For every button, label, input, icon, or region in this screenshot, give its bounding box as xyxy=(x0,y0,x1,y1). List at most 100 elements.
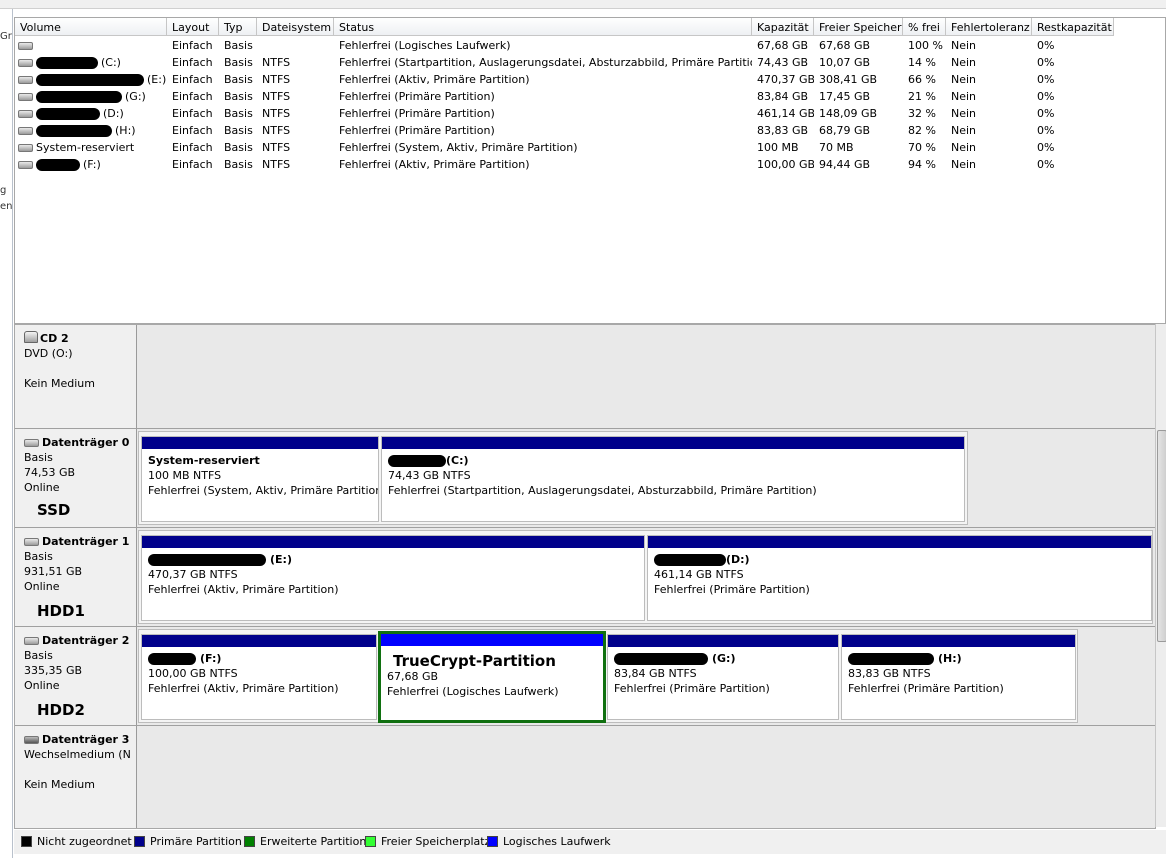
disk-label-cd2[interactable]: CD 2 DVD (O:) Kein Medium xyxy=(15,325,137,428)
cell-layout: Einfach xyxy=(172,141,213,154)
disk-area-0: System-reserviert 100 MB NTFS Fehlerfrei… xyxy=(138,431,968,525)
disk-media-status: Kein Medium xyxy=(24,377,95,390)
hard-disk-icon xyxy=(24,637,39,645)
disk-type: DVD (O:) xyxy=(24,347,73,360)
disk-area-1: (E:) 470,37 GB NTFS Fehlerfrei (Aktiv, P… xyxy=(138,530,1153,624)
cell-rest: 0% xyxy=(1037,56,1055,69)
column-header-fehlertoleranz[interactable]: Fehlertoleranz xyxy=(946,18,1032,36)
legend-label: Nicht zugeordnet xyxy=(37,835,132,848)
column-header-status[interactable]: Status xyxy=(334,18,752,36)
cell-rest: 0% xyxy=(1037,39,1055,52)
legend-item-logical: Logisches Laufwerk xyxy=(487,835,611,848)
cell-ft: Nein xyxy=(951,56,977,69)
table-row[interactable]: System-reserviert Einfach Basis NTFS Fehlerf… xyxy=(15,139,1165,156)
column-header-volume[interactable]: Volume xyxy=(15,18,167,36)
partition-e[interactable]: (E:) 470,37 GB NTFS Fehlerfrei (Aktiv, P… xyxy=(141,535,645,621)
disk-area-empty xyxy=(138,325,1155,428)
legend-label: Primäre Partition xyxy=(150,835,242,848)
menu-strip xyxy=(0,0,1166,9)
redaction xyxy=(848,653,934,665)
cell-volume: System-reserviert xyxy=(15,139,167,156)
disk-name: Datenträger 1 xyxy=(42,535,130,548)
cell-typ: Basis xyxy=(224,124,253,137)
table-row[interactable]: (G:) Einfach Basis NTFS Fehlerfrei (Primäre … xyxy=(15,88,1165,105)
partition-d[interactable]: (D:) 461,14 GB NTFS Fehlerfrei (Primäre … xyxy=(647,535,1152,621)
legend-label: Logisches Laufwerk xyxy=(503,835,611,848)
partition-status: Fehlerfrei (Aktiv, Primäre Partition) xyxy=(148,682,339,695)
cell-kap: 100 MB xyxy=(757,141,799,154)
redaction xyxy=(36,57,98,69)
vertical-scrollbar[interactable] xyxy=(1155,324,1166,827)
cell-volume xyxy=(15,37,167,54)
legend-swatch xyxy=(21,836,32,847)
disk-status: Online xyxy=(24,481,60,494)
cell-fs: NTFS xyxy=(262,141,291,154)
partition-h[interactable]: (H:) 83,83 GB NTFS Fehlerfrei (Primäre P… xyxy=(841,634,1076,720)
cell-typ: Basis xyxy=(224,73,253,86)
column-header-dateisystem[interactable]: Dateisystem xyxy=(257,18,334,36)
cell-frei: 17,45 GB xyxy=(819,90,871,103)
partition-c[interactable]: (C:) 74,43 GB NTFS Fehlerfrei (Startpart… xyxy=(381,436,965,522)
cell-layout: Einfach xyxy=(172,124,213,137)
partition-f[interactable]: (F:) 100,00 GB NTFS Fehlerfrei (Aktiv, P… xyxy=(141,634,377,720)
table-row[interactable]: Einfach Basis Fehlerfrei (Logisches Laufwe… xyxy=(15,37,1165,54)
table-row[interactable]: (C:) Einfach Basis NTFS Fehlerfrei (Startpar… xyxy=(15,54,1165,71)
volume-label: System-reserviert xyxy=(36,141,135,154)
partition-status: Fehlerfrei (Aktiv, Primäre Partition) xyxy=(148,583,339,596)
partition-title: System-reserviert xyxy=(148,454,260,467)
cell-rest: 0% xyxy=(1037,73,1055,86)
partition-system-reserviert[interactable]: System-reserviert 100 MB NTFS Fehlerfrei… xyxy=(141,436,379,522)
column-header-layout[interactable]: Layout xyxy=(167,18,219,36)
volume-label: (E:) xyxy=(147,73,167,86)
disk-label-0[interactable]: Datenträger 0 Basis 74,53 GB Online SSD xyxy=(15,429,137,527)
disk-label-3[interactable]: Datenträger 3 Wechselmedium (N: Kein Med… xyxy=(15,726,137,828)
partition-title: (C:) xyxy=(446,454,469,467)
table-row[interactable]: (E:) Einfach Basis NTFS Fehlerfrei (Aktiv, P… xyxy=(15,71,1165,88)
disk-row-3: Datenträger 3 Wechselmedium (N: Kein Med… xyxy=(15,726,1155,828)
partition-status: Fehlerfrei (Startpartition, Auslagerungs… xyxy=(388,484,817,497)
legend-swatch xyxy=(365,836,376,847)
cell-volume: (G:) xyxy=(15,88,167,105)
table-row[interactable]: (H:) Einfach Basis NTFS Fehlerfrei (Primäre … xyxy=(15,122,1165,139)
cell-fs: NTFS xyxy=(262,124,291,137)
disk-graphical-view: CD 2 DVD (O:) Kein Medium Datenträger 0 … xyxy=(14,324,1156,829)
partition-truecrypt[interactable]: TrueCrypt-Partition 67,68 GB Fehlerfrei … xyxy=(378,631,606,723)
cell-status: Fehlerfrei (Primäre Partition) xyxy=(339,90,495,103)
partition-g[interactable]: (G:) 83,84 GB NTFS Fehlerfrei (Primäre P… xyxy=(607,634,839,720)
redaction xyxy=(388,455,446,467)
volume-icon xyxy=(18,93,33,101)
cell-volume: (C:) xyxy=(15,54,167,71)
cell-layout: Einfach xyxy=(172,158,213,171)
column-header-typ[interactable]: Typ xyxy=(219,18,257,36)
cell-volume: (E:) xyxy=(15,71,167,88)
logical-drive-bar xyxy=(381,634,603,646)
column-header-restkapazitaet[interactable]: Restkapazität xyxy=(1032,18,1114,36)
truncated-text: g xyxy=(0,185,7,196)
cell-kap: 83,84 GB xyxy=(757,90,809,103)
scrollbar-thumb[interactable] xyxy=(1157,430,1166,642)
partition-title: (D:) xyxy=(726,553,750,566)
column-header-freier-speicher[interactable]: Freier Speicher xyxy=(814,18,903,36)
legend-swatch xyxy=(487,836,498,847)
cell-fs: NTFS xyxy=(262,73,291,86)
table-row[interactable]: (D:) Einfach Basis NTFS Fehlerfrei (Primäre … xyxy=(15,105,1165,122)
redaction xyxy=(654,554,726,566)
volume-icon xyxy=(18,161,33,169)
volume-icon xyxy=(18,42,33,50)
redaction xyxy=(36,74,144,86)
volume-icon xyxy=(18,144,33,152)
disk-label-1[interactable]: Datenträger 1 Basis 931,51 GB Online HDD… xyxy=(15,528,137,626)
table-row[interactable]: (F:) Einfach Basis NTFS Fehlerfrei (Aktiv, P… xyxy=(15,156,1165,173)
cell-rest: 0% xyxy=(1037,124,1055,137)
cell-rest: 0% xyxy=(1037,158,1055,171)
column-header-prozent-frei[interactable]: % frei xyxy=(903,18,946,36)
cell-typ: Basis xyxy=(224,158,253,171)
cell-kap: 100,00 GB xyxy=(757,158,814,171)
legend-item-primary: Primäre Partition xyxy=(134,835,242,848)
partition-status: Fehlerfrei (Primäre Partition) xyxy=(614,682,770,695)
partition-title: (G:) xyxy=(712,652,736,665)
column-header-kapazitaet[interactable]: Kapazität xyxy=(752,18,814,36)
disk-label-2[interactable]: Datenträger 2 Basis 335,35 GB Online HDD… xyxy=(15,627,137,725)
redaction xyxy=(614,653,708,665)
cell-typ: Basis xyxy=(224,56,253,69)
